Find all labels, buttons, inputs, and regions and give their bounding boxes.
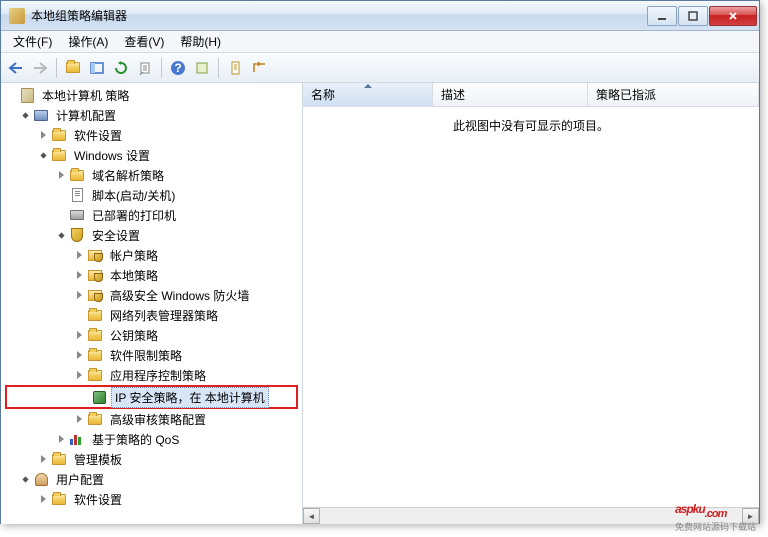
titlebar[interactable]: 本地组策略编辑器 [1, 1, 759, 31]
tree-software-settings[interactable]: 软件设置 [1, 125, 302, 145]
tree-ipsec-highlighted: IP 安全策略，在 本地计算机 [5, 385, 298, 409]
tree-label: 高级安全 Windows 防火墙 [107, 286, 252, 305]
expander-icon[interactable] [55, 229, 67, 241]
tree-label: 公钥策略 [107, 326, 161, 345]
tree-app-control[interactable]: 应用程序控制策略 [1, 365, 302, 385]
scroll-right-button[interactable]: ► [742, 508, 759, 524]
tree-scripts[interactable]: 脚本(启动/关机) [1, 185, 302, 205]
tree-label: 网络列表管理器策略 [107, 306, 221, 325]
tree-admin-templates[interactable]: 管理模板 [1, 449, 302, 469]
tree-dns-policy[interactable]: 域名解析策略 [1, 165, 302, 185]
tree-label: 脚本(启动/关机) [89, 186, 178, 205]
tree-audit[interactable]: 高级审核策略配置 [1, 409, 302, 429]
menu-view[interactable]: 查看(V) [116, 31, 172, 52]
expander-icon[interactable] [73, 289, 85, 301]
tree-user-config[interactable]: 用户配置 [1, 469, 302, 489]
up-button[interactable] [62, 57, 84, 79]
list-header: 名称 描述 策略已指派 [303, 83, 759, 107]
main-window: 本地组策略编辑器 文件(F) 操作(A) 查看(V) 帮助(H) ? 本地计算机… [0, 0, 760, 524]
tree-firewall[interactable]: 高级安全 Windows 防火墙 [1, 285, 302, 305]
tree-panel[interactable]: 本地计算机 策略 计算机配置 软件设置 Windows 设置 域名解析策略 脚本… [1, 83, 303, 524]
tool-ext1-button[interactable] [191, 57, 213, 79]
maximize-button[interactable] [678, 6, 708, 26]
tree-label: 基于策略的 QoS [89, 430, 182, 449]
content-area: 本地计算机 策略 计算机配置 软件设置 Windows 设置 域名解析策略 脚本… [1, 83, 759, 524]
tree-label: 已部署的打印机 [89, 206, 179, 225]
tree-label: 软件设置 [71, 126, 125, 145]
expander-icon[interactable] [73, 329, 85, 341]
tree-computer-config[interactable]: 计算机配置 [1, 105, 302, 125]
back-button[interactable] [5, 57, 27, 79]
toolbar: ? [1, 53, 759, 83]
column-description[interactable]: 描述 [433, 83, 588, 106]
expander-icon[interactable] [19, 473, 31, 485]
expander-icon[interactable] [55, 433, 67, 445]
expander-icon[interactable] [19, 109, 31, 121]
forward-button[interactable] [29, 57, 51, 79]
empty-message: 此视图中没有可显示的项目。 [453, 117, 609, 134]
tree-label: 安全设置 [89, 226, 143, 245]
tree-label: 应用程序控制策略 [107, 366, 209, 385]
menu-action[interactable]: 操作(A) [60, 31, 116, 52]
tree-label: 本地计算机 策略 [39, 86, 132, 105]
tree-label: 本地策略 [107, 266, 161, 285]
window-title: 本地组策略编辑器 [31, 7, 647, 24]
tool-ext2-button[interactable] [248, 57, 270, 79]
tree-label: 用户配置 [53, 470, 107, 489]
tree-label: 高级审核策略配置 [107, 410, 209, 429]
horizontal-scrollbar[interactable]: ◄ ► [303, 507, 759, 524]
menu-file[interactable]: 文件(F) [5, 31, 60, 52]
menu-help[interactable]: 帮助(H) [172, 31, 229, 52]
tree-root[interactable]: 本地计算机 策略 [1, 85, 302, 105]
tree-label: 域名解析策略 [89, 166, 167, 185]
export-button[interactable] [134, 57, 156, 79]
tree-label: Windows 设置 [71, 146, 153, 165]
expander-icon[interactable] [73, 349, 85, 361]
properties-button[interactable] [224, 57, 246, 79]
tree-user-software[interactable]: 软件设置 [1, 489, 302, 509]
expander-icon[interactable] [37, 149, 49, 161]
tree-label: IP 安全策略，在 本地计算机 [111, 387, 269, 408]
show-hide-button[interactable] [86, 57, 108, 79]
column-name[interactable]: 名称 [303, 83, 433, 106]
expander-icon[interactable] [73, 249, 85, 261]
tree-security[interactable]: 安全设置 [1, 225, 302, 245]
expander-icon[interactable] [37, 493, 49, 505]
tree-ipsec[interactable]: IP 安全策略，在 本地计算机 [9, 387, 294, 407]
tree-label: 软件设置 [71, 490, 125, 509]
tree-local-policy[interactable]: 本地策略 [1, 265, 302, 285]
tree-label: 管理模板 [71, 450, 125, 469]
tree-printers[interactable]: 已部署的打印机 [1, 205, 302, 225]
expander-icon[interactable] [73, 369, 85, 381]
expander-icon[interactable] [55, 169, 67, 181]
sort-ascending-icon [364, 84, 372, 88]
expander-icon[interactable] [73, 269, 85, 281]
tree-label: 计算机配置 [53, 106, 119, 125]
expander-icon[interactable] [73, 413, 85, 425]
tree-software-restrict[interactable]: 软件限制策略 [1, 345, 302, 365]
app-icon [9, 8, 25, 24]
tree-account-policy[interactable]: 帐户策略 [1, 245, 302, 265]
list-body[interactable]: 此视图中没有可显示的项目。 [303, 107, 759, 507]
svg-text:?: ? [174, 61, 181, 75]
help-button[interactable]: ? [167, 57, 189, 79]
scroll-track[interactable] [320, 508, 742, 524]
column-assigned[interactable]: 策略已指派 [588, 83, 759, 106]
minimize-button[interactable] [647, 6, 677, 26]
list-panel: 名称 描述 策略已指派 此视图中没有可显示的项目。 ◄ ► [303, 83, 759, 524]
menubar: 文件(F) 操作(A) 查看(V) 帮助(H) [1, 31, 759, 53]
tree-label: 帐户策略 [107, 246, 161, 265]
tree-qos[interactable]: 基于策略的 QoS [1, 429, 302, 449]
expander-icon[interactable] [37, 129, 49, 141]
tree-public-key[interactable]: 公钥策略 [1, 325, 302, 345]
expander-icon[interactable] [37, 453, 49, 465]
tree-label: 软件限制策略 [107, 346, 185, 365]
close-button[interactable] [709, 6, 757, 26]
tree-windows-settings[interactable]: Windows 设置 [1, 145, 302, 165]
refresh-button[interactable] [110, 57, 132, 79]
scroll-left-button[interactable]: ◄ [303, 508, 320, 524]
tree-network-list[interactable]: 网络列表管理器策略 [1, 305, 302, 325]
